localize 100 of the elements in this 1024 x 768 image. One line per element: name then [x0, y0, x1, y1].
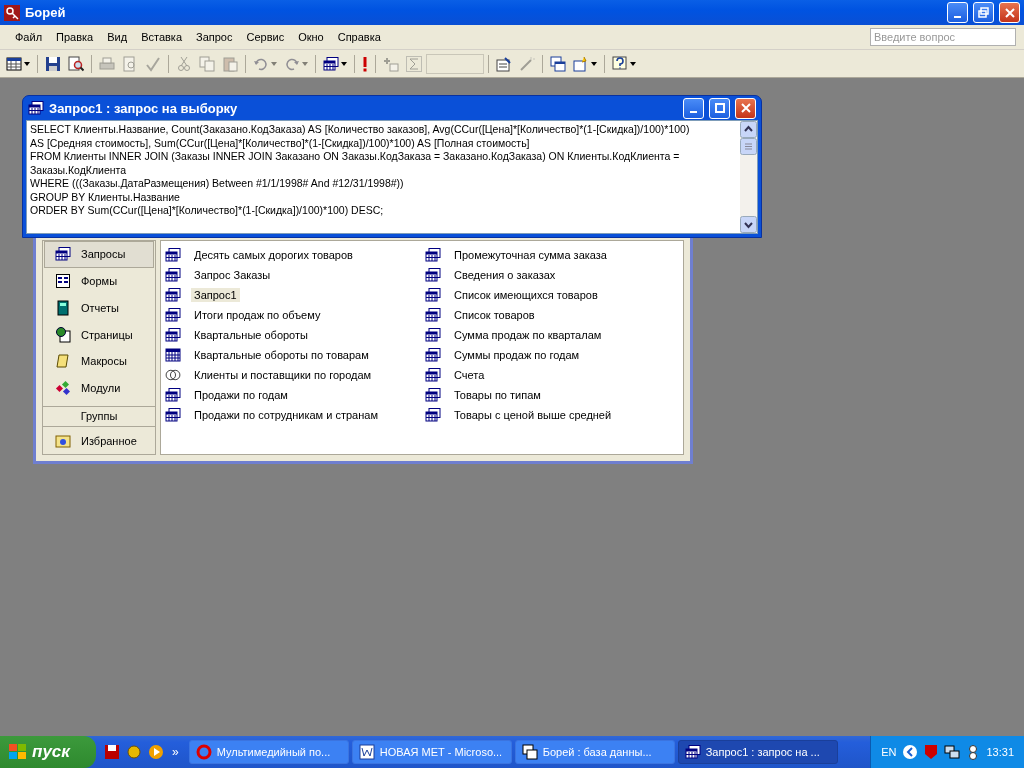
network-icon[interactable] [944, 744, 961, 760]
query-item[interactable]: Квартальные обороты по товарам [191, 348, 372, 362]
checkmark-icon [145, 55, 161, 72]
query-item[interactable]: Товары по типам [451, 388, 544, 402]
copy-icon [199, 55, 215, 72]
query-item[interactable]: Продажи по сотрудникам и странам [191, 408, 381, 422]
start-button[interactable]: пуск [0, 736, 96, 768]
query-item[interactable]: Запрос Заказы [191, 268, 274, 282]
language-indicator[interactable]: EN [881, 746, 897, 758]
query-icon [684, 745, 701, 759]
query-icon [165, 308, 181, 322]
scroll-down-icon [740, 216, 757, 233]
taskbar-button[interactable]: Запрос1 : запрос на ... [677, 740, 838, 764]
sql-line: WHERE (((Заказы.ДатаРазмещения) Between #1/1/1998# And #12/31/1998#)) [30, 177, 405, 191]
close-button[interactable] [735, 97, 756, 119]
menu-item[interactable]: Вид [100, 31, 135, 43]
taskbar-button[interactable]: Мультимедийный по... [188, 740, 349, 764]
more-chevron[interactable]: » [172, 745, 179, 759]
minimize-button[interactable] [947, 2, 968, 23]
book-icon [55, 299, 71, 316]
query-item[interactable]: Список товаров [451, 308, 538, 322]
menu-item[interactable]: Файл [8, 31, 50, 43]
menu-item[interactable]: Сервис [239, 31, 292, 43]
taskbar-button[interactable]: НОВАЯ МЕТ - Microso... [351, 740, 512, 764]
query-item[interactable]: Промежуточная сумма заказа [451, 248, 610, 262]
sql-line: GROUP BY Клиенты.Название [30, 190, 181, 204]
minimize-icon [954, 15, 961, 18]
window-title: Борей [25, 5, 67, 20]
group-item[interactable]: Избранное [44, 427, 154, 455]
query-item[interactable]: Итоги продаж по объему [191, 308, 324, 322]
query-item[interactable]: Десять самых дорогих товаров [191, 248, 356, 262]
taskbar-button[interactable]: Борей : база данны... [514, 740, 675, 764]
modules-icon [55, 380, 71, 397]
restore-button[interactable] [973, 2, 994, 23]
object-type-item[interactable]: Модули [44, 374, 154, 402]
query-icon [55, 247, 71, 262]
wand-icon [519, 55, 535, 72]
query-window-title: Запрос1 : запрос на выборку [49, 100, 239, 116]
windows-icon [521, 744, 538, 760]
query-item[interactable]: Список имеющихся товаров [451, 288, 601, 302]
key-icon [4, 4, 20, 21]
query-item[interactable]: Запрос1 [191, 288, 240, 302]
globe-page-icon [55, 326, 71, 343]
sql-line: AS [Средняя стоимость], Sum(CCur([Цена]*[Количество]*(1-[Скидка])/100)*100) AS [Полная стоимость] [30, 136, 531, 150]
object-type-item[interactable]: Макросы [44, 348, 154, 375]
sql-line: FROM Клиенты INNER JOIN (Заказы INNER JOIN Заказано ON Заказы.КодЗаказа = Заказано.КодЗаказа) ON Клиенты.КодКлиента = [30, 150, 681, 164]
query-icon [425, 268, 441, 282]
close-icon [1004, 7, 1015, 18]
group-label: Избранное [81, 434, 137, 447]
table-plus-icon [383, 55, 399, 72]
scroll-up-icon [740, 121, 757, 138]
query-item[interactable]: Суммы продаж по годам [451, 348, 583, 362]
query-type-icon [323, 56, 339, 71]
object-type-item[interactable]: Формы [44, 267, 154, 295]
object-type-item[interactable]: Запросы [44, 241, 154, 268]
windows-flag-icon [8, 743, 28, 761]
object-type-label: Макросы [81, 355, 127, 368]
query-icon [425, 308, 441, 322]
query-item[interactable]: Клиенты и поставщики по городам [191, 368, 375, 382]
minimize-button[interactable] [683, 97, 704, 119]
object-type-label: Запросы [81, 248, 126, 261]
query-item[interactable]: Сведения о заказах [451, 268, 559, 282]
query-icon [425, 348, 441, 362]
sql-editor[interactable] [26, 120, 758, 234]
query-item[interactable]: Продажи по годам [191, 388, 291, 402]
new-object-icon [573, 55, 589, 72]
object-type-item[interactable]: Отчеты [44, 294, 154, 322]
query-item[interactable]: Товары с ценой выше средней [451, 408, 615, 422]
query-icon [28, 101, 44, 115]
object-type-label: Формы [81, 275, 118, 288]
help-search-field[interactable]: Введите вопрос [870, 28, 1016, 46]
menu-item[interactable]: Вставка [134, 31, 189, 43]
datasheet-icon [6, 55, 22, 72]
exclamation-icon [362, 55, 368, 72]
document-icon [358, 744, 375, 760]
sigma-icon [406, 55, 422, 72]
query-icon [165, 268, 181, 282]
query-item[interactable]: Сумма продаж по кварталам [451, 328, 605, 342]
properties-icon [496, 55, 512, 72]
groups-header[interactable]: Группы [43, 405, 155, 428]
menu-item[interactable]: Окно [291, 31, 331, 43]
windows-icon [550, 55, 566, 72]
query-item[interactable]: Счета [451, 368, 488, 382]
close-button[interactable] [999, 2, 1020, 23]
query-icon [425, 368, 441, 382]
query-item[interactable]: Квартальные обороты [191, 328, 311, 342]
chevron-left-icon[interactable] [902, 744, 919, 760]
sql-line: ORDER BY Sum(CCur([Цена]*[Количество]*(1-[Скидка])/100)*100) DESC; [30, 204, 385, 218]
sql-line: Заказы.КодКлиента [30, 163, 128, 177]
object-type-label: Отчеты [81, 301, 120, 314]
maximize-icon [714, 103, 725, 113]
menu-item[interactable]: Запрос [189, 31, 240, 43]
query-icon [165, 328, 181, 342]
maximize-button[interactable] [709, 97, 730, 119]
menu-item[interactable]: Правка [49, 31, 101, 43]
menu-item[interactable]: Справка [330, 31, 388, 43]
scrollbar[interactable] [740, 121, 757, 233]
query-icon [425, 288, 441, 302]
play-icon[interactable] [148, 744, 164, 760]
object-type-item[interactable]: Страницы [44, 321, 154, 348]
